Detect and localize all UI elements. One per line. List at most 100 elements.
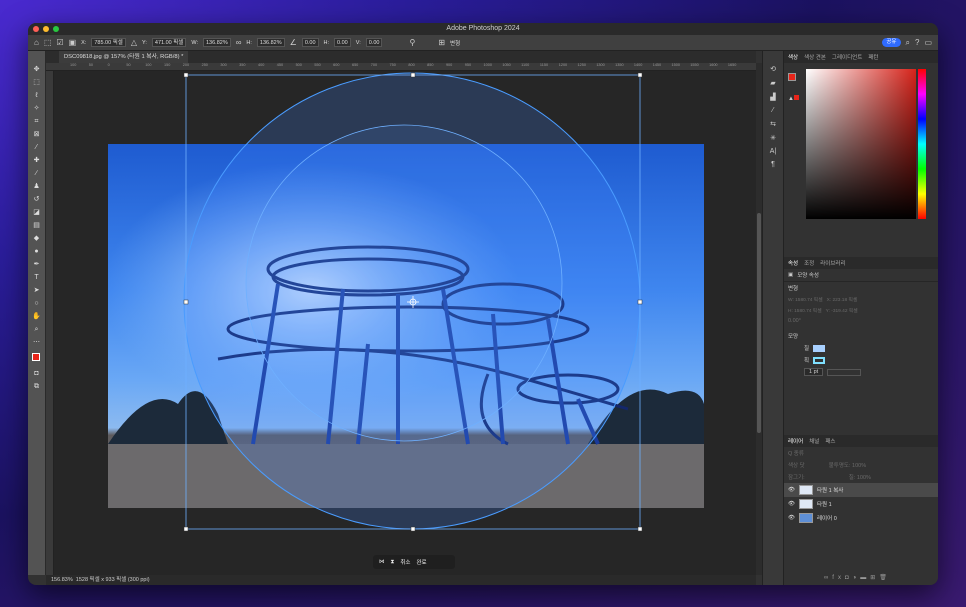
gamut-warning-icon[interactable]: ▲	[788, 95, 799, 102]
handle-right[interactable]	[637, 299, 643, 305]
glyphs-icon[interactable]: ✳	[770, 134, 776, 142]
tab-libraries[interactable]: 라이브러리	[820, 259, 845, 267]
adjustments-icon[interactable]: ⇆	[770, 120, 776, 128]
more-tools-icon[interactable]: ⋯	[32, 338, 42, 347]
transform-options-icon[interactable]: ⬚	[44, 38, 52, 47]
warp-icon[interactable]: ⊞	[438, 38, 445, 47]
tab-properties[interactable]: 속성	[788, 259, 798, 267]
close-button[interactable]	[33, 26, 39, 32]
layer-row[interactable]: 👁 타원 1	[784, 497, 938, 511]
frame-tool-icon[interactable]: ⊠	[32, 130, 42, 139]
tab-paths[interactable]: 패스	[825, 437, 835, 445]
brush-tool-icon[interactable]: ∕	[32, 169, 42, 178]
marquee-tool-icon[interactable]: ⬚	[32, 78, 42, 87]
width-field[interactable]: 136.82%	[203, 38, 231, 47]
tab-gradients[interactable]: 그레이디언트	[832, 53, 862, 61]
layer-actions[interactable]: ∞fx◘◑▬⊞🗑	[824, 574, 891, 581]
eye-icon[interactable]: 👁	[788, 501, 795, 507]
tab-patterns[interactable]: 패턴	[868, 53, 878, 61]
crop-tool-icon[interactable]: ⌗	[32, 117, 42, 126]
delta-icon[interactable]: △	[131, 38, 137, 47]
history-brush-icon[interactable]: ↺	[32, 195, 42, 204]
character-icon[interactable]: A|	[770, 148, 777, 155]
stamp-tool-icon[interactable]: ♟	[32, 182, 42, 191]
zoom-button[interactable]	[53, 26, 59, 32]
v-skew-field[interactable]: 0.00	[365, 38, 383, 47]
flip-vertical-icon[interactable]: ⧗	[391, 559, 395, 566]
x-field[interactable]: 785.00 픽셀	[91, 38, 126, 47]
y-field[interactable]: 471.00 픽셀	[151, 38, 187, 47]
layer-row[interactable]: 👁 레이어 0	[784, 511, 938, 525]
brushes-icon[interactable]: ⁄	[772, 107, 773, 114]
shape-tool-icon[interactable]: ○	[32, 299, 42, 308]
history-icon[interactable]: ⟲	[770, 65, 776, 73]
shape-y-field[interactable]: Y: -319.42 픽셀	[826, 307, 858, 314]
tab-swatches[interactable]: 색상 견본	[804, 53, 826, 61]
fill-swatch[interactable]	[813, 344, 826, 352]
tab-color[interactable]: 색상	[788, 53, 798, 61]
type-tool-icon[interactable]: T	[32, 273, 42, 282]
reference-point-grid-icon[interactable]: ▣	[69, 38, 77, 47]
layer-fill-field[interactable]: 칠: 100%	[849, 473, 871, 481]
handle-top[interactable]	[410, 72, 416, 78]
handle-top-right[interactable]	[637, 72, 643, 78]
shape-angle-field[interactable]: 0.00°	[788, 318, 801, 324]
handle-bottom[interactable]	[410, 526, 416, 532]
foreground-color-swatch[interactable]	[31, 353, 40, 361]
stroke-width-field[interactable]: 1 pt	[804, 368, 824, 376]
transform-heading[interactable]: 변형	[788, 284, 798, 292]
gradient-tool-icon[interactable]: ▤	[32, 221, 42, 230]
cancel-button[interactable]: 취소	[400, 558, 410, 566]
comments-icon[interactable]: ▰	[770, 79, 775, 87]
puppet-warp-icon[interactable]: ⚲	[409, 38, 415, 47]
reference-point-checkbox[interactable]: ☑	[56, 38, 63, 47]
shape-x-field[interactable]: X: 223.18 픽셀	[827, 296, 858, 303]
document-tab[interactable]: DSC09818.jpg @ 157% (타원 1 복사, RGB/8) *	[59, 51, 189, 63]
workspace-icon[interactable]: ▭	[924, 38, 932, 47]
layer-filter[interactable]: Q 종류	[788, 449, 804, 457]
shape-height-field[interactable]: H: 1580.74 픽셀	[788, 307, 822, 314]
screen-mode-icon[interactable]: ⧉	[32, 382, 42, 391]
blur-tool-icon[interactable]: ◆	[32, 234, 42, 243]
stroke-swatch[interactable]	[813, 356, 826, 364]
quick-mask-icon[interactable]: ◘	[32, 369, 42, 378]
eye-icon[interactable]: 👁	[788, 515, 795, 521]
color-field[interactable]	[806, 69, 916, 219]
zoom-tool-icon[interactable]: ⌕	[32, 325, 42, 334]
h-skew-field[interactable]: 0.00	[334, 38, 351, 47]
share-button[interactable]: 공유	[882, 38, 901, 47]
shape-width-field[interactable]: W: 1580.74 픽셀	[788, 296, 823, 303]
minimize-button[interactable]	[43, 26, 49, 32]
foreground-color[interactable]	[788, 73, 796, 81]
opacity-field[interactable]: 불투명도: 100%	[829, 461, 866, 469]
warp-label[interactable]: 변형	[450, 39, 460, 47]
scroll-thumb[interactable]	[757, 213, 761, 433]
handle-bottom-right[interactable]	[637, 526, 643, 532]
flip-horizontal-icon[interactable]: ⋈	[379, 559, 385, 565]
height-field[interactable]: 136.82%	[256, 38, 285, 47]
link-icon[interactable]: ∞	[236, 38, 242, 47]
eyedropper-tool-icon[interactable]: ⁄	[32, 143, 42, 152]
tab-adjustments[interactable]: 조정	[804, 259, 814, 267]
magic-wand-tool-icon[interactable]: ✧	[32, 104, 42, 113]
hue-slider[interactable]	[918, 69, 926, 219]
paragraph-icon[interactable]: ¶	[771, 161, 775, 168]
tab-layers[interactable]: 레이어	[788, 437, 803, 445]
healing-tool-icon[interactable]: ✚	[32, 156, 42, 165]
hand-tool-icon[interactable]: ✋	[32, 312, 42, 321]
eraser-tool-icon[interactable]: ◪	[32, 208, 42, 217]
help-icon[interactable]: ?	[915, 38, 919, 47]
home-icon[interactable]: ⌂	[34, 38, 39, 47]
blend-mode-dropdown[interactable]: 색상 닷	[788, 461, 805, 469]
eye-icon[interactable]: 👁	[788, 487, 795, 493]
handle-top-left[interactable]	[183, 72, 189, 78]
path-selection-icon[interactable]: ➤	[32, 286, 42, 295]
color-swatches[interactable]	[31, 351, 44, 365]
canvas-area[interactable]	[54, 71, 756, 575]
move-tool-icon[interactable]: ✥	[32, 65, 42, 74]
zoom-level[interactable]: 156.83%	[51, 577, 73, 583]
search-icon[interactable]: ⌕	[906, 38, 910, 48]
histogram-icon[interactable]: ▟	[770, 93, 775, 101]
lasso-tool-icon[interactable]: ℓ	[32, 91, 42, 100]
dodge-tool-icon[interactable]: ●	[32, 247, 42, 256]
